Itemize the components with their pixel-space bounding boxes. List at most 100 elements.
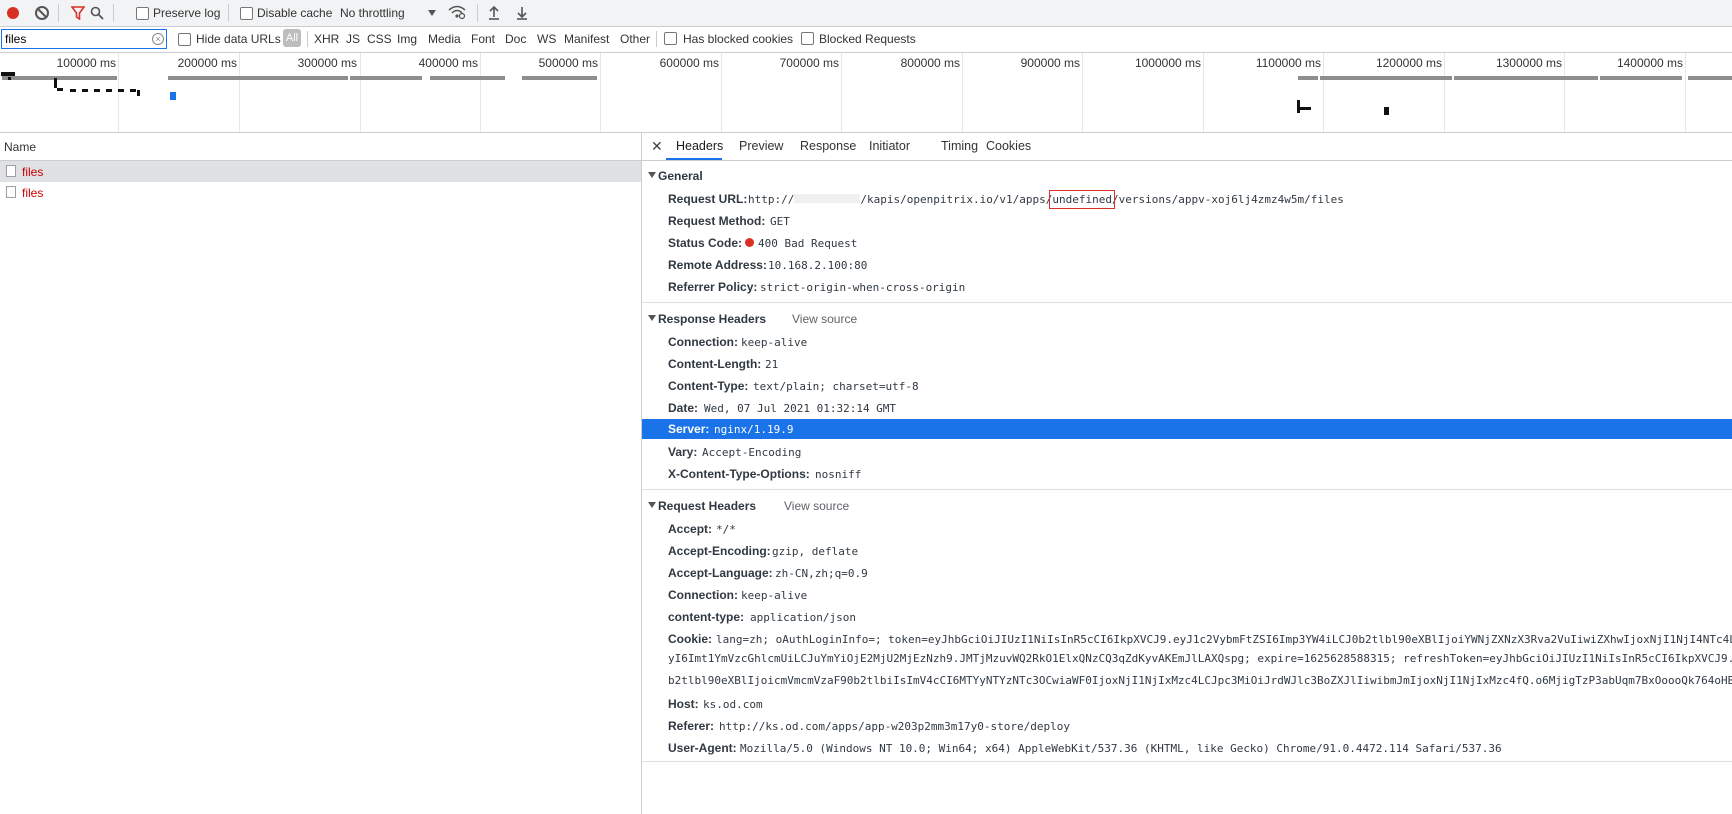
export-har-icon[interactable] [515, 5, 529, 20]
request-url-value: http:// /kapis/openpitrix.io/v1/apps/unde… [748, 190, 1344, 209]
header-value: application/json [750, 611, 856, 624]
request-row[interactable]: files [0, 161, 641, 182]
hide-data-urls-checkbox[interactable] [178, 33, 191, 46]
filter-input-value: files [5, 32, 27, 46]
triangle-down-icon[interactable] [648, 172, 656, 178]
url-path: /kapis/openpitrix.io/v1/apps/ [860, 193, 1053, 206]
filter-icon[interactable] [71, 6, 85, 20]
timeline-bar [1454, 76, 1598, 80]
header-row: Content-Length: 21 [642, 354, 1732, 374]
header-key: Connection: [668, 588, 738, 602]
header-key: Date: [668, 401, 699, 415]
tab-response[interactable]: Response [800, 139, 856, 153]
header-row-cookie: Cookie: lang=zh; oAuthLoginInfo=; token=… [642, 629, 1732, 649]
section-response-headers[interactable]: Response Headers [658, 312, 766, 326]
clear-icon[interactable] [35, 6, 49, 20]
request-row[interactable]: files [0, 182, 641, 203]
view-source-link[interactable]: View source [784, 499, 849, 513]
throttling-select[interactable]: No throttling [340, 6, 405, 20]
header-value: Mozilla/5.0 (Windows NT 10.0; Win64; x64… [740, 742, 1502, 755]
network-toolbar: Preserve log Disable cache No throttling [0, 0, 1732, 27]
tab-cookies[interactable]: Cookies [986, 139, 1031, 153]
has-blocked-cookies-checkbox[interactable] [664, 32, 677, 45]
type-filter-ws[interactable]: WS [537, 32, 556, 46]
network-conditions-icon[interactable] [448, 5, 466, 20]
section-general[interactable]: General [658, 169, 703, 183]
header-row: Accept: */* [642, 519, 1732, 539]
record-icon[interactable] [7, 7, 19, 19]
filter-input[interactable]: files × [1, 29, 167, 49]
blocked-requests-checkbox[interactable] [801, 32, 814, 45]
header-value: http://ks.od.com/apps/app-w203p2mm3m17y0… [719, 720, 1070, 733]
type-filter-other[interactable]: Other [620, 32, 650, 46]
header-value: Wed, 07 Jul 2021 01:32:14 GMT [704, 402, 897, 415]
type-filter-manifest[interactable]: Manifest [564, 32, 609, 46]
header-row-selected[interactable]: Server: nginx/1.19.9 [642, 419, 1732, 439]
blocked-requests-label: Blocked Requests [819, 32, 916, 46]
timeline-tick: 700000 ms [779, 56, 839, 70]
type-filter-font[interactable]: Font [471, 32, 495, 46]
type-filter-all[interactable]: All [283, 29, 301, 47]
type-filter-doc[interactable]: Doc [505, 32, 526, 46]
status-error-icon [745, 238, 754, 247]
header-row: Connection: keep-alive [642, 585, 1732, 605]
header-row: Accept-Encoding: gzip, deflate [642, 541, 1732, 561]
disable-cache-label: Disable cache [257, 6, 333, 20]
timeline-bar [168, 76, 268, 80]
request-name: files [22, 165, 44, 179]
header-key: Content-Type: [668, 379, 749, 393]
timeline-overview[interactable]: 100000 ms 200000 ms 300000 ms 400000 ms … [0, 53, 1732, 133]
header-value: GET [770, 215, 790, 228]
timeline-bar [268, 76, 348, 80]
section-request-headers[interactable]: Request Headers [658, 499, 756, 513]
timeline-bar [1298, 76, 1318, 80]
header-value: 400 Bad Request [758, 237, 858, 250]
header-key: Host: [668, 697, 699, 711]
header-key: Referer: [668, 719, 715, 733]
header-value: lang=zh; oAuthLoginInfo=; token=eyJhbGci… [716, 633, 1732, 646]
timeline-bar [1688, 76, 1732, 80]
timeline-bar [1380, 76, 1452, 80]
header-row-referrer-policy: Referrer Policy: strict-origin-when-cros… [642, 277, 1732, 297]
filter-bar: files × Hide data URLs All XHR JS CSS Im… [0, 27, 1732, 53]
has-blocked-cookies-label: Has blocked cookies [683, 32, 794, 46]
header-row: content-type: application/json [642, 607, 1732, 627]
import-har-icon[interactable] [487, 5, 501, 20]
tab-headers[interactable]: Headers [676, 139, 723, 153]
triangle-down-icon[interactable] [648, 315, 656, 321]
preserve-log-checkbox[interactable] [136, 7, 149, 20]
chevron-down-icon[interactable] [428, 10, 436, 16]
search-icon[interactable] [90, 6, 104, 20]
header-row-request-url: Request URL: http:// /kapis/openpitrix.io… [642, 189, 1732, 209]
header-value: ks.od.com [703, 698, 763, 711]
close-icon[interactable]: ✕ [651, 138, 663, 155]
clear-filter-icon[interactable]: × [152, 33, 164, 45]
type-filter-img[interactable]: Img [397, 32, 417, 46]
type-filter-css[interactable]: CSS [367, 32, 392, 46]
header-row-status-code: Status Code: 400 Bad Request [642, 233, 1732, 253]
disable-cache-checkbox[interactable] [240, 7, 253, 20]
type-filter-js[interactable]: JS [346, 32, 360, 46]
triangle-down-icon[interactable] [648, 502, 656, 508]
tab-preview[interactable]: Preview [739, 139, 783, 153]
header-value: text/plain; charset=utf-8 [753, 380, 919, 393]
cookie-continuation: yI6Imt1YmVzcGhlcmUiLCJuYmYiOjE2MjU2MjEzN… [668, 652, 1732, 665]
header-key: Connection: [668, 335, 738, 349]
timeline-tick: 500000 ms [538, 56, 598, 70]
tab-initiator[interactable]: Initiator [869, 139, 910, 153]
timeline-tick: 400000 ms [418, 56, 478, 70]
header-row: Host: ks.od.com [642, 694, 1732, 714]
request-list: Name files files [0, 133, 642, 814]
header-row-remote-address: Remote Address: 10.168.2.100:80 [642, 255, 1732, 275]
tab-timing[interactable]: Timing [941, 139, 978, 153]
view-source-link[interactable]: View source [792, 312, 857, 326]
header-key: Accept-Encoding: [668, 544, 771, 558]
header-key: Vary: [668, 445, 698, 459]
header-key: Content-Length: [668, 357, 762, 371]
timeline-bar [430, 76, 505, 80]
column-header-name[interactable]: Name [0, 133, 641, 161]
header-value: */* [716, 523, 736, 536]
timeline-tick: 1000000 ms [1134, 56, 1201, 70]
type-filter-media[interactable]: Media [428, 32, 461, 46]
type-filter-xhr[interactable]: XHR [314, 32, 339, 46]
